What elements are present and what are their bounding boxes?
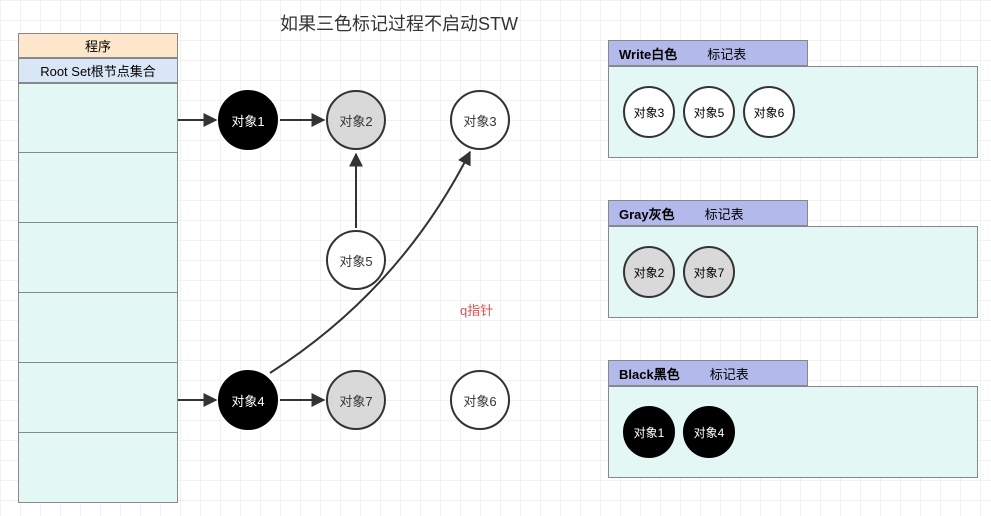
program-header: 程序 (18, 33, 178, 58)
node-obj6: 对象6 (450, 370, 510, 430)
mark-item: 对象7 (683, 246, 735, 298)
panel-black-body: 对象1 对象4 (608, 386, 978, 478)
stack-cell (18, 83, 178, 153)
page-title: 如果三色标记过程不启动STW (280, 10, 518, 36)
mark-item: 对象6 (743, 86, 795, 138)
q-pointer-label: q指针 (460, 300, 493, 319)
stack-cell (18, 223, 178, 293)
mark-item: 对象2 (623, 246, 675, 298)
node-obj4: 对象4 (218, 370, 278, 430)
stack-cell (18, 433, 178, 503)
rootset-header: Root Set根节点集合 (18, 58, 178, 83)
panel-white-body: 对象3 对象5 对象6 (608, 66, 978, 158)
panel-white-subtitle: 标记表 (707, 44, 746, 63)
mark-item: 对象3 (623, 86, 675, 138)
panel-black-head: Black黑色 标记表 (608, 360, 808, 386)
panel-gray: Gray灰色 标记表 对象2 对象7 (608, 200, 978, 318)
stack (18, 83, 178, 503)
stack-cell (18, 363, 178, 433)
panel-black-title: Black黑色 (619, 364, 680, 383)
panel-gray-head: Gray灰色 标记表 (608, 200, 808, 226)
node-obj3: 对象3 (450, 90, 510, 150)
panel-black-subtitle: 标记表 (710, 364, 749, 383)
panel-gray-title: Gray灰色 (619, 204, 675, 223)
panel-white-title: Write白色 (619, 44, 677, 63)
stack-cell (18, 153, 178, 223)
node-obj7: 对象7 (326, 370, 386, 430)
panel-black: Black黑色 标记表 对象1 对象4 (608, 360, 978, 478)
mark-item: 对象4 (683, 406, 735, 458)
panel-white-head: Write白色 标记表 (608, 40, 808, 66)
mark-item: 对象5 (683, 86, 735, 138)
node-obj5: 对象5 (326, 230, 386, 290)
panel-gray-body: 对象2 对象7 (608, 226, 978, 318)
stack-cell (18, 293, 178, 363)
node-obj1: 对象1 (218, 90, 278, 150)
panel-gray-subtitle: 标记表 (705, 204, 744, 223)
node-obj2: 对象2 (326, 90, 386, 150)
panel-white: Write白色 标记表 对象3 对象5 对象6 (608, 40, 978, 158)
mark-item: 对象1 (623, 406, 675, 458)
